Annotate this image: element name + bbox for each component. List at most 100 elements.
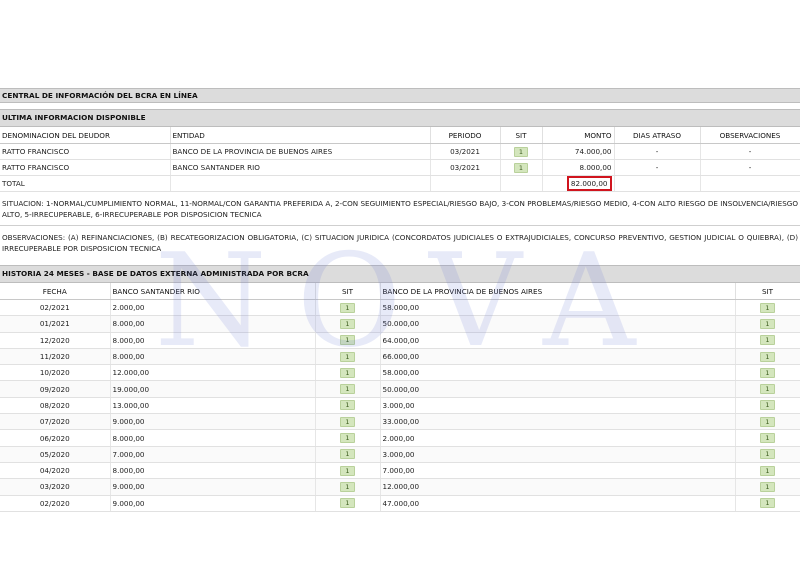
santander-cell: 8.000,00	[110, 315, 316, 333]
sit-cell: 1	[735, 364, 800, 382]
col-sit: SIT	[500, 127, 543, 144]
provincia-cell: 3.000,00	[380, 446, 736, 463]
col-dias-atraso: DIAS ATRASO	[614, 127, 701, 144]
deudor-cell: RATTO FRANCISCO	[0, 159, 171, 176]
sit-cell: 1	[315, 429, 381, 447]
provincia-cell: 66.000,00	[380, 348, 736, 366]
sit-badge: 1	[340, 351, 355, 362]
sit-badge: 1	[340, 498, 355, 509]
sit-badge: 1	[340, 433, 355, 444]
sit-badge: 1	[340, 335, 355, 346]
sit-badge: 1	[760, 351, 775, 362]
santander-cell: 19.000,00	[110, 380, 316, 398]
page-title: CENTRAL DE INFORMACIÓN DEL BCRA EN LÍNEA	[0, 88, 800, 103]
sit-cell: 1	[315, 413, 381, 431]
last-info-table: DENOMINACION DEL DEUDOR ENTIDAD PERIODO …	[0, 127, 800, 192]
fecha-cell: 01/2021	[0, 315, 111, 333]
sit-cell: 1	[500, 159, 543, 176]
monto-cell: 74.000,00	[542, 143, 615, 160]
fecha-cell: 02/2021	[0, 299, 111, 317]
santander-cell: 12.000,00	[110, 364, 316, 382]
obs-cell: -	[700, 143, 800, 160]
sit-badge: 1	[340, 416, 355, 427]
situacion-note: SITUACION: 1-NORMAL/CUMPLIMIENTO NORMAL,…	[0, 196, 800, 226]
santander-cell: 9.000,00	[110, 495, 316, 512]
table-row: 10/2020 12.000,00 1 58.000,00 1	[0, 364, 800, 382]
sit-badge: 1	[760, 498, 775, 509]
sit-badge: 1	[340, 302, 355, 313]
sit-cell: 1	[735, 429, 800, 447]
periodo-cell: 03/2021	[430, 143, 501, 160]
monto-cell: 8.000,00	[542, 159, 615, 176]
provincia-cell: 58.000,00	[380, 364, 736, 382]
sit-badge: 1	[760, 384, 775, 395]
col-entidad: ENTIDAD	[170, 127, 431, 144]
col-periodo: PERIODO	[430, 127, 501, 144]
sit-cell: 1	[500, 143, 543, 160]
table-row: 08/2020 13.000,00 1 3.000,00 1	[0, 397, 800, 415]
provincia-cell: 58.000,00	[380, 299, 736, 317]
sit-badge: 1	[760, 481, 775, 492]
sit-badge: 1	[340, 481, 355, 492]
sit-badge: 1	[340, 465, 355, 476]
fecha-cell: 09/2020	[0, 380, 111, 398]
sit-badge: 1	[760, 465, 775, 476]
history-body: 02/2021 2.000,00 1 58.000,00 1 01/2021 8.000,0…	[0, 299, 800, 512]
table-row: RATTO FRANCISCO BANCO DE LA PROVINCIA DE…	[0, 143, 800, 160]
total-cell: 82.000,00	[542, 175, 615, 192]
sit-cell: 1	[315, 446, 381, 463]
santander-cell: 8.000,00	[110, 462, 316, 480]
sit-badge: 1	[760, 400, 775, 411]
sit-badge: 1	[760, 367, 775, 378]
dias-cell: -	[614, 159, 701, 176]
sit-cell: 1	[315, 364, 381, 382]
history-header-row: FECHA BANCO SANTANDER RIO SIT BANCO DE L…	[0, 283, 800, 300]
table-row: 12/2020 8.000,00 1 64.000,00 1	[0, 332, 800, 349]
sit-cell: 1	[315, 478, 381, 496]
sit-cell: 1	[315, 462, 381, 480]
col-sit-santander: SIT	[315, 283, 381, 300]
sit-cell: 1	[735, 446, 800, 463]
col-monto: MONTO	[542, 127, 615, 144]
provincia-cell: 7.000,00	[380, 462, 736, 480]
col-observaciones: OBSERVACIONES	[700, 127, 800, 144]
fecha-cell: 03/2020	[0, 478, 111, 496]
provincia-cell: 64.000,00	[380, 332, 736, 349]
fecha-cell: 02/2020	[0, 495, 111, 512]
sit-cell: 1	[735, 315, 800, 333]
dias-cell: -	[614, 143, 701, 160]
santander-cell: 2.000,00	[110, 299, 316, 317]
sit-cell: 1	[315, 299, 381, 317]
fecha-cell: 05/2020	[0, 446, 111, 463]
periodo-cell: 03/2021	[430, 159, 501, 176]
history-table: FECHA BANCO SANTANDER RIO SIT BANCO DE L…	[0, 283, 800, 512]
table-row: 01/2021 8.000,00 1 50.000,00 1	[0, 315, 800, 333]
col-provincia: BANCO DE LA PROVINCIA DE BUENOS AIRES	[380, 283, 736, 300]
fecha-cell: 08/2020	[0, 397, 111, 415]
sit-cell: 1	[315, 332, 381, 349]
sit-badge: 1	[760, 302, 775, 313]
sit-badge: 1	[340, 367, 355, 378]
table-row: 05/2020 7.000,00 1 3.000,00 1	[0, 446, 800, 463]
santander-cell: 8.000,00	[110, 429, 316, 447]
sit-cell: 1	[735, 332, 800, 349]
sit-cell: 1	[735, 478, 800, 496]
table-row: 11/2020 8.000,00 1 66.000,00 1	[0, 348, 800, 366]
sit-cell: 1	[315, 348, 381, 366]
sit-badge: 1	[513, 146, 529, 157]
fecha-cell: 04/2020	[0, 462, 111, 480]
sit-badge: 1	[760, 433, 775, 444]
fecha-cell: 07/2020	[0, 413, 111, 431]
total-label: TOTAL	[0, 175, 171, 192]
total-row: TOTAL 82.000,00	[0, 175, 800, 192]
fecha-cell: 06/2020	[0, 429, 111, 447]
col-santander: BANCO SANTANDER RIO	[110, 283, 316, 300]
observaciones-note: OBSERVACIONES: (A) REFINANCIACIONES, (B)…	[2, 233, 798, 253]
table-row: 04/2020 8.000,00 1 7.000,00 1	[0, 462, 800, 480]
deudor-cell: RATTO FRANCISCO	[0, 143, 171, 160]
provincia-cell: 47.000,00	[380, 495, 736, 512]
sit-badge: 1	[760, 335, 775, 346]
entidad-cell: BANCO SANTANDER RIO	[170, 159, 431, 176]
sit-cell: 1	[315, 315, 381, 333]
sit-badge: 1	[760, 318, 775, 329]
